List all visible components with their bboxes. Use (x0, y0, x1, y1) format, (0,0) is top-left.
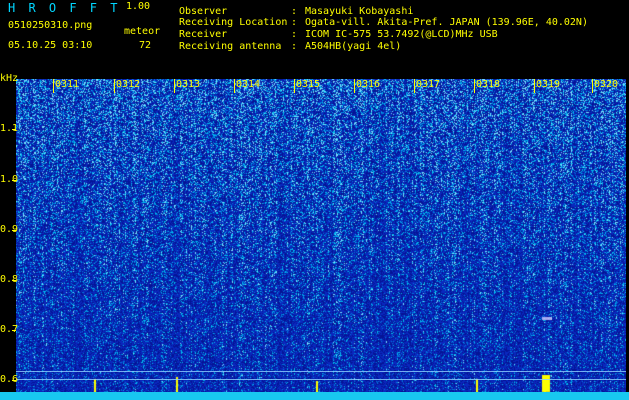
info-key: Receiver (179, 29, 228, 40)
x-tick-mark (534, 79, 535, 93)
mode-label: meteor (124, 26, 161, 37)
datetime: 05.10.25 03:10 (8, 40, 93, 51)
x-tick-mark (53, 79, 54, 93)
x-tick-label: 0311 (55, 79, 80, 90)
y-tick-mark (12, 330, 16, 331)
info-value: A504HB(yagi 4el) (305, 41, 402, 52)
info-separator: : (291, 41, 298, 52)
app-title: H R O F F T (8, 1, 121, 15)
y-axis-unit: kHz (0, 73, 19, 84)
x-tick-label: 0319 (536, 79, 561, 90)
x-tick-mark (234, 79, 235, 93)
baseline-marker (16, 371, 626, 372)
info-value: ICOM IC-575 53.7492(@LCD)MHz USB (305, 29, 498, 40)
x-tick-mark (592, 79, 593, 93)
app-version: 1.00 (126, 1, 151, 12)
x-tick-label: 0316 (356, 79, 381, 90)
meteor-count: 72 (139, 40, 152, 51)
x-tick-label: 0313 (176, 79, 201, 90)
info-key: Receiving antenna (179, 41, 282, 52)
x-tick-mark (114, 79, 115, 93)
info-value: Ogata-vill. Akita-Pref. JAPAN (139.96E, … (305, 17, 588, 28)
x-tick-mark (354, 79, 355, 93)
x-tick-label: 0318 (476, 79, 501, 90)
filename: 0510250310.png (8, 20, 93, 31)
info-separator: : (291, 29, 298, 40)
spectrogram (16, 79, 626, 398)
x-tick-label: 0317 (416, 79, 441, 90)
info-value: Masayuki Kobayashi (305, 6, 414, 17)
x-tick-mark (294, 79, 295, 93)
x-tick-label: 0320 (594, 79, 619, 90)
y-tick-mark (12, 280, 16, 281)
x-tick-label: 0312 (116, 79, 141, 90)
x-tick-mark (174, 79, 175, 93)
info-key: Observer (179, 6, 228, 17)
y-tick-mark (12, 380, 16, 381)
y-tick-mark (12, 129, 16, 130)
x-tick-mark (414, 79, 415, 93)
signal-strip (0, 392, 629, 400)
y-tick-mark (12, 230, 16, 231)
baseline-marker (16, 379, 626, 380)
y-tick-mark (12, 180, 16, 181)
info-key: Receiving Location (179, 17, 288, 28)
info-separator: : (291, 6, 298, 17)
x-tick-label: 0314 (236, 79, 261, 90)
x-tick-mark (474, 79, 475, 93)
info-separator: : (291, 17, 298, 28)
x-tick-label: 0315 (296, 79, 321, 90)
